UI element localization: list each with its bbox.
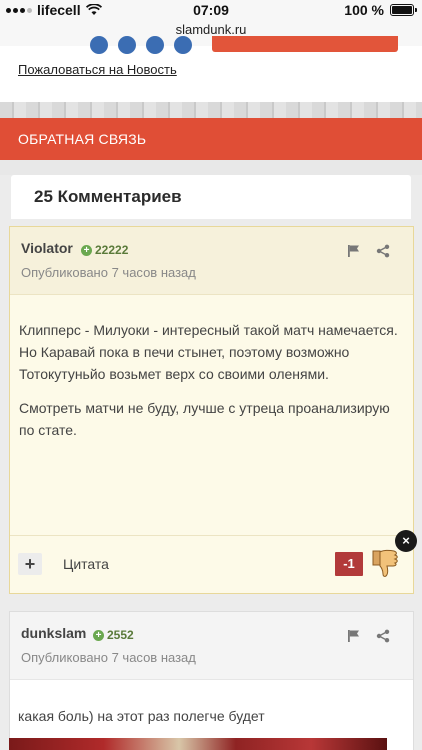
multiquote-button[interactable]: + [18,553,42,575]
report-news-link[interactable]: Пожаловаться на Новость [18,62,177,77]
social-share-icon[interactable] [90,36,108,54]
reputation-plus-icon: + [81,244,92,256]
spacer [0,160,422,175]
social-share-icon[interactable] [118,36,136,54]
reputation: + 2552 [93,628,134,642]
share-icon[interactable] [376,629,390,643]
battery-area: 100 % [344,2,417,18]
reputation-plus-icon: + [93,629,104,641]
comment-footer: + Цитата -1 [10,535,413,593]
comment-header: dunkslam + 2552 Опубликовано 7 часов наз… [10,612,413,680]
comment-header: Violator + 22222 Опубликовано 7 часов на… [10,227,413,295]
comment-card: Violator + 22222 Опубликовано 7 часов на… [9,226,414,594]
flag-icon[interactable] [347,629,361,643]
reputation-value: 22222 [95,243,129,257]
reaction-score: -1 [335,552,363,576]
feedback-bar[interactable]: ОБРАТНАЯ СВЯЗЬ [0,118,422,160]
social-share-icon[interactable] [174,36,192,54]
quote-button[interactable]: Цитата [63,556,109,572]
comment-body: какая боль) на этот раз полегче будет [18,708,265,724]
divider-pattern [0,102,422,118]
comment-author[interactable]: Violator [21,240,73,256]
comment-body: Клипперс - Милуоки - интересный такой ма… [19,319,401,453]
close-icon[interactable]: × [395,530,417,552]
comments-header: 25 Комментариев [11,175,411,219]
article-footer: Пожаловаться на Новость [0,36,422,102]
comment-paragraph: Клипперс - Милуоки - интересный такой ма… [19,322,398,382]
battery-percent: 100 % [344,2,384,18]
comment-paragraph: Смотреть матчи не буду, лучше с утреца п… [19,400,390,438]
battery-icon [390,4,417,16]
comments-count-title: 25 Комментариев [34,187,182,206]
flag-icon[interactable] [347,244,361,258]
share-icon[interactable] [376,244,390,258]
comment-author[interactable]: dunkslam [21,625,86,641]
comment-card: dunkslam + 2552 Опубликовано 7 часов наз… [9,611,414,750]
comment-date: Опубликовано 7 часов назад [21,265,196,280]
thumbs-down-icon[interactable] [367,546,401,580]
address-bar[interactable]: slamdunk.ru [0,22,422,37]
comment-image[interactable] [9,738,387,750]
reputation-value: 2552 [107,628,134,642]
feedback-label: ОБРАТНАЯ СВЯЗЬ [18,131,147,147]
reputation: + 22222 [81,243,128,257]
comment-date: Опубликовано 7 часов назад [21,650,196,665]
action-button[interactable] [212,36,398,52]
social-share-icon[interactable] [146,36,164,54]
